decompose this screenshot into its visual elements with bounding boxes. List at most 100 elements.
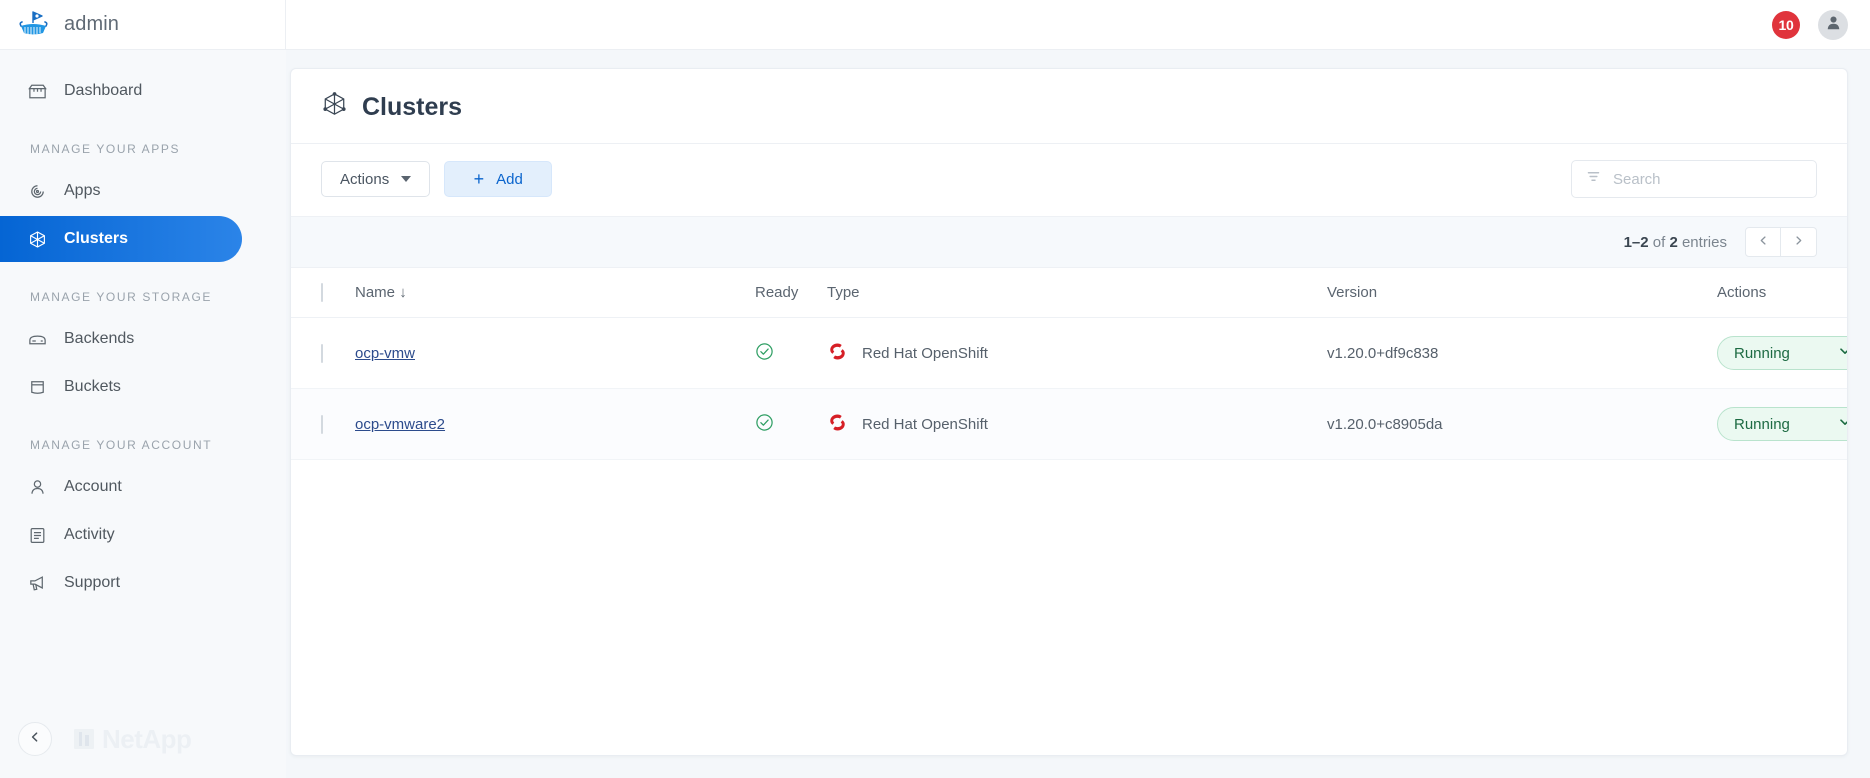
avatar[interactable] — [1818, 9, 1848, 40]
pagination-buttons — [1745, 227, 1817, 257]
column-header-name[interactable]: Name ↓ — [355, 268, 755, 318]
clusters-cube-icon — [26, 228, 48, 250]
sidebar-item-account[interactable]: Account — [0, 464, 242, 510]
buckets-icon — [26, 376, 48, 398]
select-all-header — [291, 268, 355, 318]
sidebar-footer: NetApp — [0, 722, 286, 778]
netapp-logo: NetApp — [74, 723, 192, 755]
status-dropdown[interactable]: Running — [1717, 407, 1847, 441]
table-body: ocp-vmw Red Hat OpenShift v1.20.0+df9c83… — [291, 317, 1847, 460]
row-name-cell: ocp-vmw — [355, 317, 755, 389]
activity-list-icon — [26, 524, 48, 546]
column-header-type[interactable]: Type — [827, 268, 1327, 318]
backends-icon — [26, 328, 48, 350]
row-actions-cell: Running — [1717, 388, 1847, 460]
sidebar-item-buckets[interactable]: Buckets — [0, 364, 242, 410]
pagination-prev-button[interactable] — [1745, 227, 1781, 257]
openshift-logo — [827, 341, 848, 366]
search-wrap — [1571, 160, 1817, 198]
column-header-name-label: Name — [355, 284, 396, 301]
app-shell: Dashboard MANAGE YOUR APPS Apps Clusters… — [0, 50, 1870, 778]
support-megaphone-icon — [26, 572, 48, 594]
sidebar-group-apps: MANAGE YOUR APPS — [30, 142, 181, 156]
row-name-cell: ocp-vmware2 — [355, 388, 755, 460]
pagination-of: of — [1648, 233, 1670, 251]
search-input[interactable] — [1613, 170, 1802, 188]
table-row[interactable]: ocp-vmware2 Red Hat OpenShift v1.20.0+c8… — [291, 388, 1847, 460]
chevron-left-icon — [29, 730, 41, 748]
actions-button-label: Actions — [340, 170, 390, 188]
sidebar-item-backends[interactable]: Backends — [0, 316, 242, 362]
sort-descending-icon: ↓ — [399, 284, 407, 301]
sidebar-item-dashboard[interactable]: Dashboard — [0, 68, 242, 114]
pagination-suffix: entries — [1677, 233, 1727, 251]
sidebar-item-label: Activity — [64, 526, 115, 543]
sidebar-item-clusters[interactable]: Clusters — [0, 216, 242, 262]
table-head: Name ↓ Ready Type Version Actions — [291, 268, 1847, 318]
chevron-down-icon — [1838, 415, 1847, 433]
sidebar-item-label: Buckets — [64, 378, 121, 395]
pagination-total: 2 — [1669, 233, 1678, 251]
openshift-logo — [827, 412, 848, 437]
sidebar-item-support[interactable]: Support — [0, 560, 242, 606]
sidebar-item-apps[interactable]: Apps — [0, 168, 242, 214]
search-box[interactable] — [1571, 160, 1817, 198]
page-title: Clusters — [362, 92, 463, 121]
plus-icon: + — [473, 169, 485, 189]
pagination-range: 1–2 — [1623, 233, 1649, 251]
row-version-cell: v1.20.0+c8905da — [1327, 388, 1717, 460]
pagination-next-button[interactable] — [1781, 227, 1817, 257]
row-actions-cell: Running — [1717, 317, 1847, 389]
sidebar-group-storage: MANAGE YOUR STORAGE — [30, 290, 212, 304]
row-version-cell: v1.20.0+df9c838 — [1327, 317, 1717, 389]
sidebar-collapse-button[interactable] — [18, 722, 52, 756]
cluster-link[interactable]: ocp-vmware2 — [355, 416, 445, 433]
status-dropdown[interactable]: Running — [1717, 336, 1847, 370]
sidebar-item-label: Dashboard — [64, 82, 143, 99]
add-button[interactable]: + Add — [444, 161, 553, 197]
topbar-right: 10 — [1772, 9, 1870, 40]
select-all-checkbox[interactable] — [321, 283, 323, 302]
sidebar-group-account: MANAGE YOUR ACCOUNT — [30, 438, 213, 452]
row-ready-cell — [755, 317, 827, 389]
row-type-cell: Red Hat OpenShift — [827, 317, 1327, 389]
netapp-wordmark: NetApp — [102, 723, 192, 754]
chevron-left-icon — [1758, 233, 1769, 251]
clusters-table: Name ↓ Ready Type Version Actions ocp-vm… — [291, 268, 1847, 460]
sidebar-item-activity[interactable]: Activity — [0, 512, 242, 558]
row-type-cell: Red Hat OpenShift — [827, 388, 1327, 460]
chevron-down-icon — [1838, 344, 1847, 362]
row-select-cell — [291, 388, 355, 460]
chevron-right-icon — [1793, 233, 1804, 251]
sidebar-item-label: Support — [64, 574, 121, 591]
row-checkbox[interactable] — [321, 343, 323, 363]
netapp-mark-icon — [74, 729, 94, 749]
sidebar: Dashboard MANAGE YOUR APPS Apps Clusters… — [0, 50, 286, 778]
status-label: Running — [1734, 415, 1790, 433]
column-header-ready[interactable]: Ready — [755, 268, 827, 318]
sidebar-item-label: Account — [64, 478, 122, 495]
brand: admin — [0, 0, 286, 49]
status-label: Running — [1734, 344, 1790, 362]
sidebar-item-label: Clusters — [64, 230, 129, 247]
row-checkbox[interactable] — [321, 414, 323, 434]
ready-check-icon — [755, 342, 774, 365]
pagination: 1–2 of 2 entries — [291, 216, 1847, 268]
table-row[interactable]: ocp-vmw Red Hat OpenShift v1.20.0+df9c83… — [291, 317, 1847, 389]
cluster-link[interactable]: ocp-vmw — [355, 345, 415, 362]
column-header-actions: Actions — [1717, 268, 1847, 318]
main-content: Clusters Actions + Add Search 1–2 of 2 e… — [286, 50, 1870, 778]
pagination-summary: 1–2 of 2 entries — [1624, 234, 1727, 251]
notification-badge[interactable]: 10 — [1772, 10, 1800, 39]
toolbar: Actions + Add — [291, 144, 1847, 216]
ready-check-icon — [755, 413, 774, 436]
apps-icon — [26, 180, 48, 202]
column-header-version[interactable]: Version — [1327, 268, 1717, 318]
account-person-icon — [26, 476, 48, 498]
sidebar-item-label: Apps — [64, 182, 101, 199]
row-ready-cell — [755, 388, 827, 460]
sidebar-nav: Dashboard MANAGE YOUR APPS Apps Clusters… — [0, 50, 286, 608]
actions-button[interactable]: Actions — [321, 161, 431, 197]
add-button-label: Add — [496, 170, 523, 188]
cluster-type-label: Red Hat OpenShift — [862, 415, 988, 433]
